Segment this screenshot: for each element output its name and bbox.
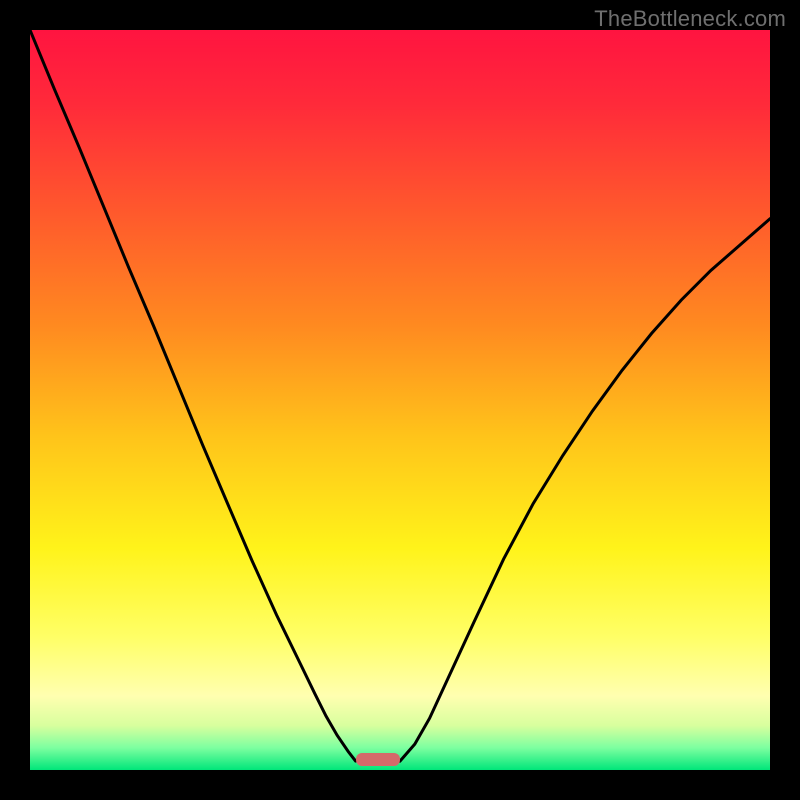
left-curve — [30, 30, 356, 761]
curves-layer — [30, 30, 770, 770]
chart-frame: TheBottleneck.com — [0, 0, 800, 800]
watermark-text: TheBottleneck.com — [594, 6, 786, 32]
plot-area — [30, 30, 770, 770]
optimum-marker — [356, 753, 400, 766]
right-curve — [400, 219, 770, 761]
